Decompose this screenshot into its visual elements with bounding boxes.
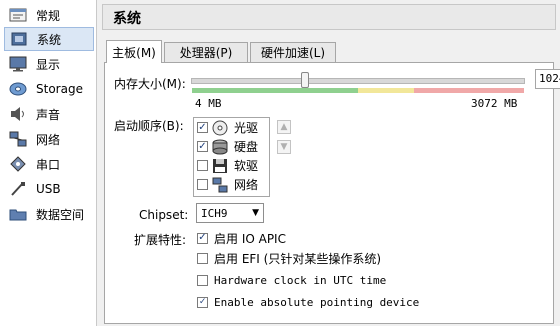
boot-item-label: 网络 [234,178,259,192]
list-item[interactable]: 硬盘 [197,137,258,156]
tab-processor[interactable]: 处理器(P) [164,42,248,62]
memory-scale-yellow [358,88,414,93]
sidebar-item-audio[interactable]: 声音 [4,102,94,126]
network-boot-icon [212,177,230,193]
display-monitor-icon [8,54,28,74]
speaker-icon [8,104,28,124]
system-chip-icon [9,29,29,49]
sidebar-item-label: Storage [36,82,83,96]
list-item[interactable]: 软驱 [197,156,258,175]
tab-motherboard[interactable]: 主板(M) [106,40,162,63]
chipset-select[interactable]: ICH9 ▼ [196,203,264,223]
tab-label: 硬件加速(L) [260,46,326,60]
utc-clock-label: Hardware clock in UTC time [214,273,387,287]
boot-move-up-button[interactable]: ▲ [277,120,291,134]
sidebar-item-label: 串口 [36,157,61,172]
tab-label: 处理器(P) [179,46,233,60]
io-apic-option[interactable]: 启用 IO APIC [197,229,286,247]
boot-move-down-button[interactable]: ▼ [277,140,291,154]
page-header: 系统 [102,4,556,30]
sidebar-item-label: 网络 [36,132,61,147]
sidebar-item-storage[interactable]: Storage [4,77,94,101]
network-icon [8,129,28,149]
memory-size-label: 内存大小(M): [114,77,186,91]
boot-item-checkbox[interactable] [197,160,208,171]
memory-max-label: 3072 MB [471,97,518,110]
chipset-label: Chipset: [139,208,189,222]
general-settings-icon [8,5,28,25]
boot-item-label: 软驱 [234,159,259,173]
list-item[interactable]: 网络 [197,175,258,194]
memory-scale-red [414,88,524,93]
serial-port-icon [8,154,28,174]
optical-disc-icon [212,120,230,136]
io-apic-checkbox[interactable] [197,232,208,244]
list-item[interactable]: 光驱 [197,118,258,137]
efi-option[interactable]: 启用 EFI (只针对某些操作系统) [197,249,381,267]
sidebar-item-label: USB [36,182,61,196]
hard-disk-icon [212,139,230,155]
settings-panel: 系统 主板(M) 处理器(P) 硬件加速(L) 内存大小(M): 4 MB 30… [102,0,560,326]
storage-disk-icon [8,79,28,99]
absolute-pointing-label: Enable absolute pointing device [214,295,420,309]
sidebar-item-serial[interactable]: 串口 [4,152,94,176]
floppy-disk-icon [212,158,230,174]
boot-order-label: 启动顺序(B): [114,119,184,133]
boot-item-checkbox[interactable] [197,141,208,152]
efi-checkbox[interactable] [197,252,208,264]
memory-slider-track[interactable] [191,78,525,84]
absolute-pointing-checkbox[interactable] [197,296,208,308]
sidebar-item-display[interactable]: 显示 [4,52,94,76]
sidebar-item-usb[interactable]: USB [4,177,94,201]
memory-scale-green [192,88,358,93]
sidebar-item-shared-folders[interactable]: 数据空间 [4,202,94,226]
memory-slider-handle[interactable] [301,72,309,88]
motherboard-tab-content: 内存大小(M): 4 MB 3072 MB 1024 启动顺序(B): 光驱 [104,62,560,324]
boot-item-checkbox[interactable] [197,122,208,133]
tab-acceleration[interactable]: 硬件加速(L) [250,42,336,62]
boot-item-label: 硬盘 [234,140,259,154]
boot-item-label: 光驱 [234,121,259,135]
memory-min-label: 4 MB [195,97,222,110]
sidebar-item-system[interactable]: 系统 [4,27,94,51]
io-apic-label: 启用 IO APIC [214,231,286,246]
absolute-pointing-option[interactable]: Enable absolute pointing device [197,293,419,311]
utc-clock-option[interactable]: Hardware clock in UTC time [197,271,386,289]
memory-size-input[interactable]: 1024 [535,69,560,89]
tab-label: 主板(M) [112,45,156,60]
boot-item-checkbox[interactable] [197,179,208,190]
sidebar-item-label: 常规 [36,8,61,23]
sidebar-item-label: 显示 [36,57,61,72]
efi-label: 启用 EFI (只针对某些操作系统) [214,251,382,266]
page-title: 系统 [113,11,141,27]
utc-clock-checkbox[interactable] [197,274,208,286]
sidebar-item-label: 系统 [37,32,62,47]
extended-features-label: 扩展特性: [134,233,187,247]
usb-icon [8,179,28,199]
chipset-value: ICH9 [201,207,228,220]
sidebar-item-network[interactable]: 网络 [4,127,94,151]
chevron-down-icon: ▼ [252,208,259,218]
sidebar-item-general[interactable]: 常规 [4,3,94,27]
settings-sidebar: 常规 系统 显示 Storage 声音 网络 串口 USB 数据空间 [0,0,97,326]
sidebar-item-label: 声音 [36,107,61,122]
boot-order-list: 光驱 硬盘 软驱 网络 [193,117,270,197]
sidebar-item-label: 数据空间 [36,207,85,222]
shared-folder-icon [8,204,28,224]
